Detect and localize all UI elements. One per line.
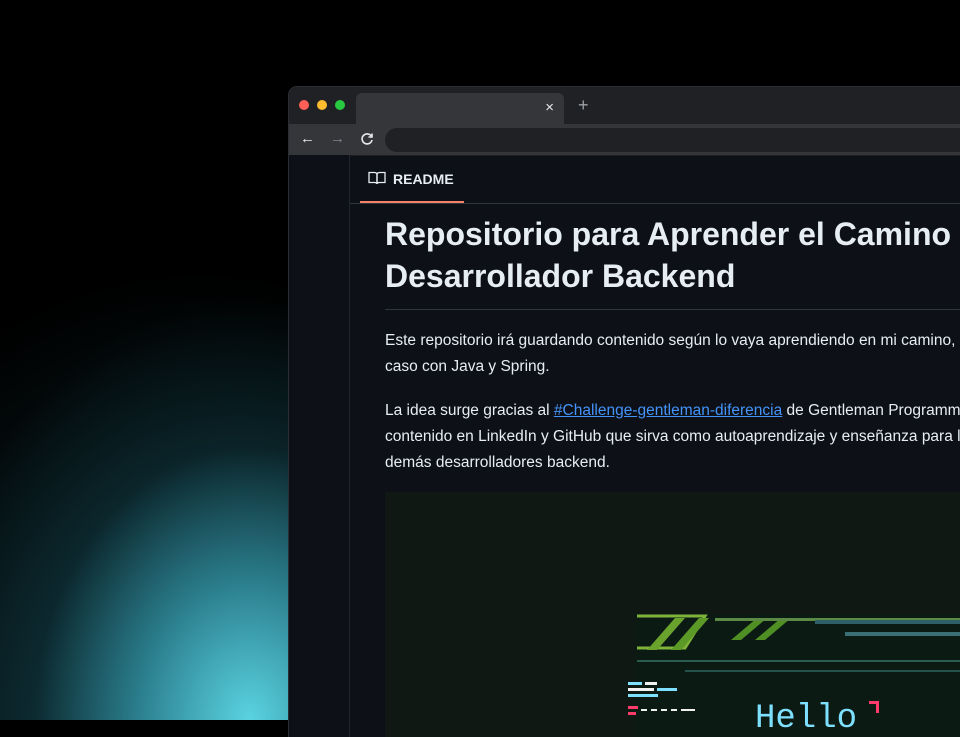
readme-content: Repositorio para Aprender el Camino de D… [385, 203, 960, 476]
new-tab-icon[interactable]: + [578, 96, 589, 114]
maximize-window-button[interactable] [335, 100, 345, 110]
tab-bar: × + [289, 87, 960, 124]
paragraph-idea-prefix: La idea surge gracias al [385, 402, 554, 419]
close-window-button[interactable] [299, 100, 309, 110]
hero-hello-text: Hello [755, 700, 857, 737]
paragraph-idea-suffix: de Gentleman Programming, para generar [786, 402, 960, 419]
address-bar[interactable] [385, 128, 960, 152]
forward-arrow-icon[interactable]: → [330, 130, 345, 148]
back-arrow-icon[interactable]: ← [300, 130, 315, 148]
paragraph-idea-line-2: contenido en LinkedIn y GitHub que sirva… [385, 428, 960, 445]
book-icon [368, 171, 386, 185]
readme-tab-label: README [393, 171, 454, 187]
challenge-hashtag-link[interactable]: #Challenge-gentleman-diferencia [554, 402, 782, 419]
title-divider [385, 309, 960, 310]
paragraph-intro-line-2: caso con Java y Spring. [385, 358, 550, 375]
paragraph-intro-line-1: Este repositorio irá guardando contenido… [385, 332, 960, 349]
minimize-window-button[interactable] [317, 100, 327, 110]
paragraph-idea-line-3: demás desarrolladores backend. [385, 454, 610, 471]
title-line-1: Repositorio para Aprender el Camino de [385, 216, 960, 252]
browser-toolbar: ← → [289, 124, 960, 156]
tab-readme[interactable]: README [360, 155, 464, 203]
left-gutter [289, 155, 350, 737]
close-tab-icon[interactable]: × [545, 99, 554, 117]
hero-image: Hello [385, 492, 960, 737]
title-line-2: Desarrollador Backend [385, 258, 736, 294]
reload-icon[interactable] [360, 130, 374, 151]
paragraph-intro: Este repositorio irá guardando contenido… [385, 328, 960, 380]
page-title: Repositorio para Aprender el Camino de D… [385, 203, 960, 297]
browser-window: × + ← → README Repositorio para Aprender… [289, 87, 960, 737]
paragraph-idea: La idea surge gracias al #Challenge-gent… [385, 398, 960, 476]
pixel-art-banner: Hello [628, 614, 960, 737]
browser-tab[interactable]: × [356, 93, 564, 124]
readme-tab-row: README [350, 155, 960, 204]
